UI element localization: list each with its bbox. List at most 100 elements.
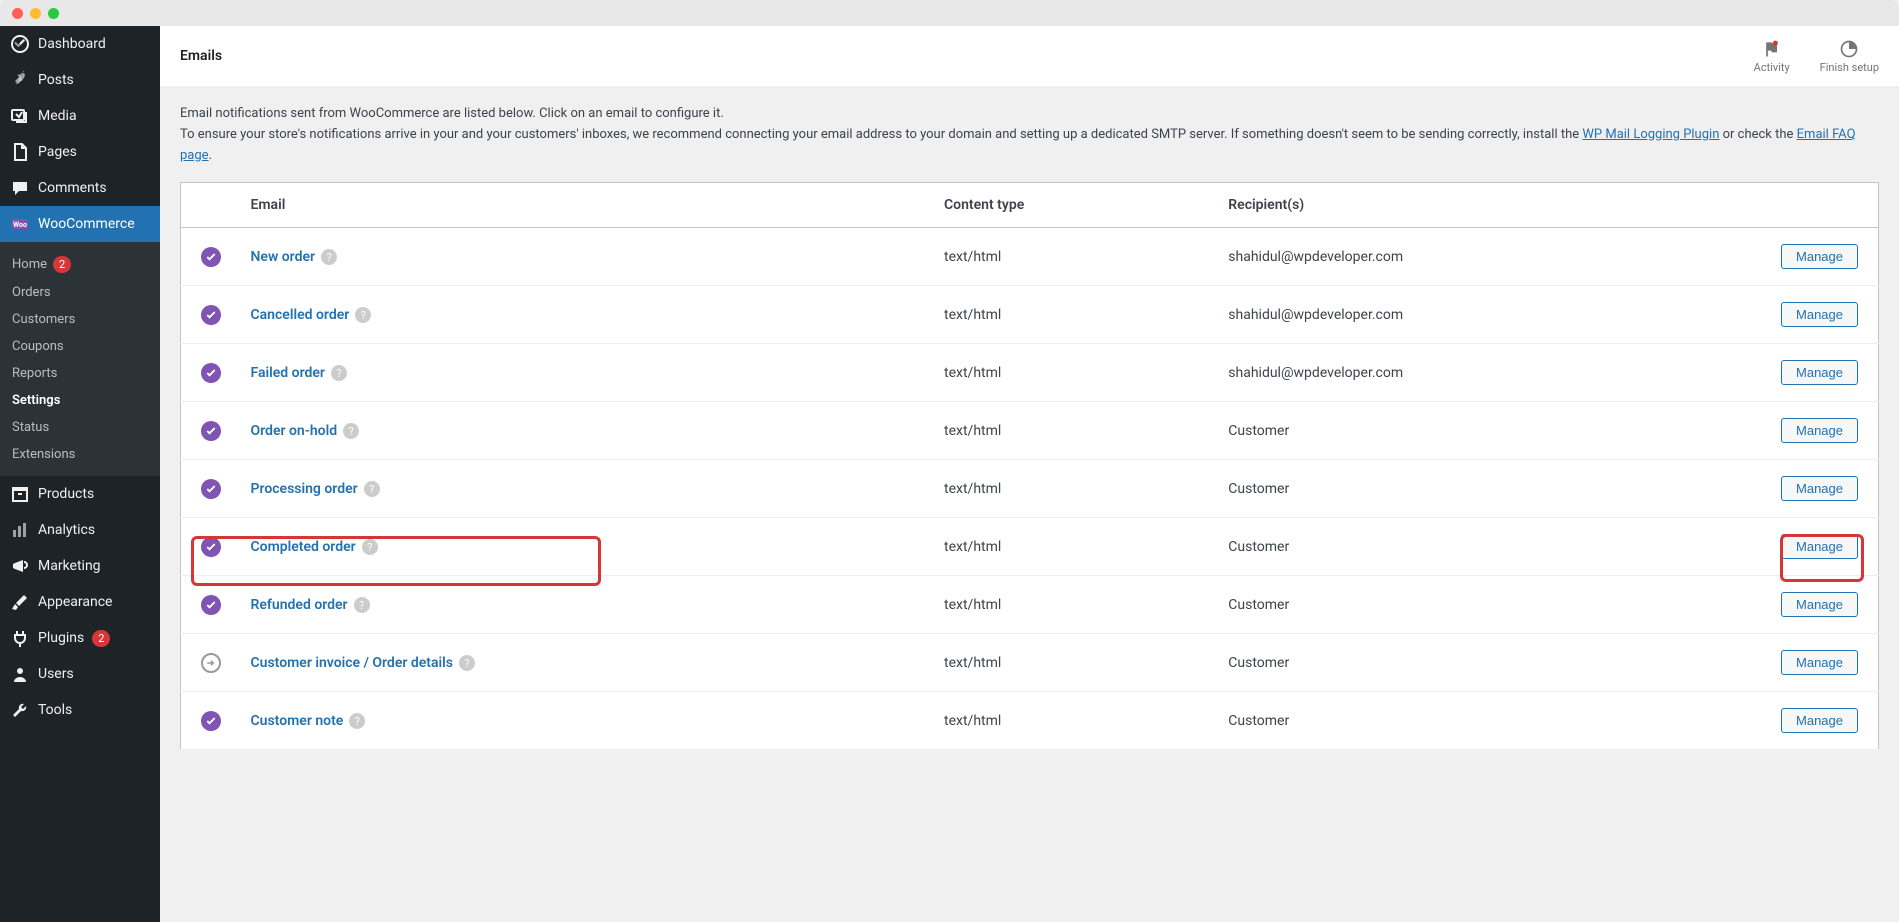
window-minimize-icon[interactable] (30, 8, 41, 19)
email-name-link[interactable]: Processing order (251, 481, 358, 497)
intro-text: Email notifications sent from WooCommerc… (180, 104, 1879, 166)
manage-button[interactable]: Manage (1781, 708, 1858, 733)
activity-button[interactable]: Activity (1754, 39, 1790, 74)
help-icon[interactable]: ? (343, 423, 359, 439)
dashboard-icon (10, 34, 30, 54)
manage-button[interactable]: Manage (1781, 302, 1858, 327)
status-enabled-icon (201, 595, 221, 615)
sidebar-item-appearance[interactable]: Appearance (0, 584, 160, 620)
email-name-link[interactable]: Cancelled order (251, 307, 350, 323)
plug-icon (10, 628, 30, 648)
help-icon[interactable]: ? (349, 713, 365, 729)
sidebar-item-marketing[interactable]: Marketing (0, 548, 160, 584)
help-icon[interactable]: ? (331, 365, 347, 381)
sidebar-label: Pages (38, 144, 77, 160)
finish-setup-button[interactable]: Finish setup (1820, 39, 1879, 74)
submenu-item-status[interactable]: Status (0, 414, 160, 441)
help-icon[interactable]: ? (459, 655, 475, 671)
sidebar-item-dashboard[interactable]: Dashboard (0, 26, 160, 62)
email-name-link[interactable]: Order on-hold (251, 423, 338, 439)
sidebar-label: Users (38, 666, 74, 682)
submenu-item-reports[interactable]: Reports (0, 360, 160, 387)
sidebar-item-posts[interactable]: Posts (0, 62, 160, 98)
manage-button[interactable]: Manage (1781, 650, 1858, 675)
help-icon[interactable]: ? (355, 307, 371, 323)
sidebar-item-analytics[interactable]: Analytics (0, 512, 160, 548)
email-row: Failed order?text/htmlshahidul@wpdevelop… (181, 344, 1879, 402)
content-type-cell: text/html (934, 402, 1218, 460)
recipients-cell: shahidul@wpdeveloper.com (1218, 286, 1771, 344)
sidebar-label: Analytics (38, 522, 95, 538)
wp-mail-logging-link[interactable]: WP Mail Logging Plugin (1582, 127, 1719, 142)
svg-text:Woo: Woo (13, 221, 27, 229)
email-row: Cancelled order?text/htmlshahidul@wpdeve… (181, 286, 1879, 344)
email-name-link[interactable]: Customer note (251, 713, 344, 729)
sidebar-item-comments[interactable]: Comments (0, 170, 160, 206)
recipients-cell: Customer (1218, 460, 1771, 518)
admin-sidebar: Dashboard PostsMedia Pages CommentsWooWooCo… (0, 26, 160, 922)
window-chrome (0, 0, 1899, 26)
help-icon[interactable]: ? (362, 539, 378, 555)
sidebar-item-tools[interactable]: Tools (0, 692, 160, 728)
main-content: Emails Activity Finish setup Email notif… (160, 26, 1899, 922)
sidebar-label: Tools (38, 702, 72, 718)
email-name-link[interactable]: Refunded order (251, 597, 348, 613)
content-type-cell: text/html (934, 344, 1218, 402)
submenu-item-coupons[interactable]: Coupons (0, 333, 160, 360)
pin-icon (10, 70, 30, 90)
progress-icon (1839, 39, 1859, 59)
col-header-recipients: Recipient(s) (1218, 183, 1771, 228)
intro-line1: Email notifications sent from WooCommerc… (180, 104, 1879, 125)
page-title: Emails (180, 48, 222, 64)
window-close-icon[interactable] (12, 8, 23, 19)
manage-button[interactable]: Manage (1781, 244, 1858, 269)
intro-line2: To ensure your store's notifications arr… (180, 125, 1879, 167)
window-maximize-icon[interactable] (48, 8, 59, 19)
recipients-cell: Customer (1218, 402, 1771, 460)
email-name-link[interactable]: Completed order (251, 539, 356, 555)
manage-button[interactable]: Manage (1781, 592, 1858, 617)
woo-icon: Woo (10, 214, 30, 234)
chart-icon (10, 520, 30, 540)
help-icon[interactable]: ? (354, 597, 370, 613)
email-row: Order on-hold? text/htmlCustomer Manage (181, 402, 1879, 460)
status-enabled-icon (201, 711, 221, 731)
status-enabled-icon (201, 247, 221, 267)
submenu-item-customers[interactable]: Customers (0, 306, 160, 333)
recipients-cell: Customer (1218, 518, 1771, 576)
status-enabled-icon (201, 537, 221, 557)
content-type-cell: text/html (934, 692, 1218, 750)
email-name-link[interactable]: Customer invoice / Order details (251, 655, 453, 671)
submenu: Home2OrdersCustomersCouponsReportsSettin… (0, 242, 160, 476)
submenu-item-home[interactable]: Home2 (0, 250, 160, 279)
manage-button[interactable]: Manage (1781, 418, 1858, 443)
sidebar-item-pages[interactable]: Pages (0, 134, 160, 170)
sidebar-label: Marketing (38, 558, 101, 574)
email-row: Processing order?text/htmlCustomerManage (181, 460, 1879, 518)
sidebar-item-products[interactable]: Products (0, 476, 160, 512)
manage-button[interactable]: Manage (1781, 360, 1858, 385)
help-icon[interactable]: ? (364, 481, 380, 497)
brush-icon (10, 592, 30, 612)
recipients-cell: Customer (1218, 576, 1771, 634)
user-icon (10, 664, 30, 684)
page-icon (10, 142, 30, 162)
status-enabled-icon (201, 305, 221, 325)
sidebar-item-woocommerce[interactable]: WooWooCommerce (0, 206, 160, 242)
manage-button[interactable]: Manage (1781, 476, 1858, 501)
submenu-item-settings[interactable]: Settings (0, 387, 160, 414)
help-icon[interactable]: ? (321, 249, 337, 265)
email-name-link[interactable]: New order (251, 249, 316, 265)
sidebar-item-media[interactable]: Media (0, 98, 160, 134)
submenu-item-extensions[interactable]: Extensions (0, 441, 160, 468)
sidebar-item-plugins[interactable]: Plugins2 (0, 620, 160, 656)
recipients-cell: Customer (1218, 634, 1771, 692)
sidebar-label: Dashboard (38, 36, 106, 52)
sidebar-item-users[interactable]: Users (0, 656, 160, 692)
finish-setup-label: Finish setup (1820, 61, 1879, 74)
email-name-link[interactable]: Failed order (251, 365, 325, 381)
manage-button[interactable]: Manage (1781, 534, 1858, 559)
submenu-item-orders[interactable]: Orders (0, 279, 160, 306)
recipients-cell: Customer (1218, 692, 1771, 750)
badge: 2 (92, 630, 110, 647)
